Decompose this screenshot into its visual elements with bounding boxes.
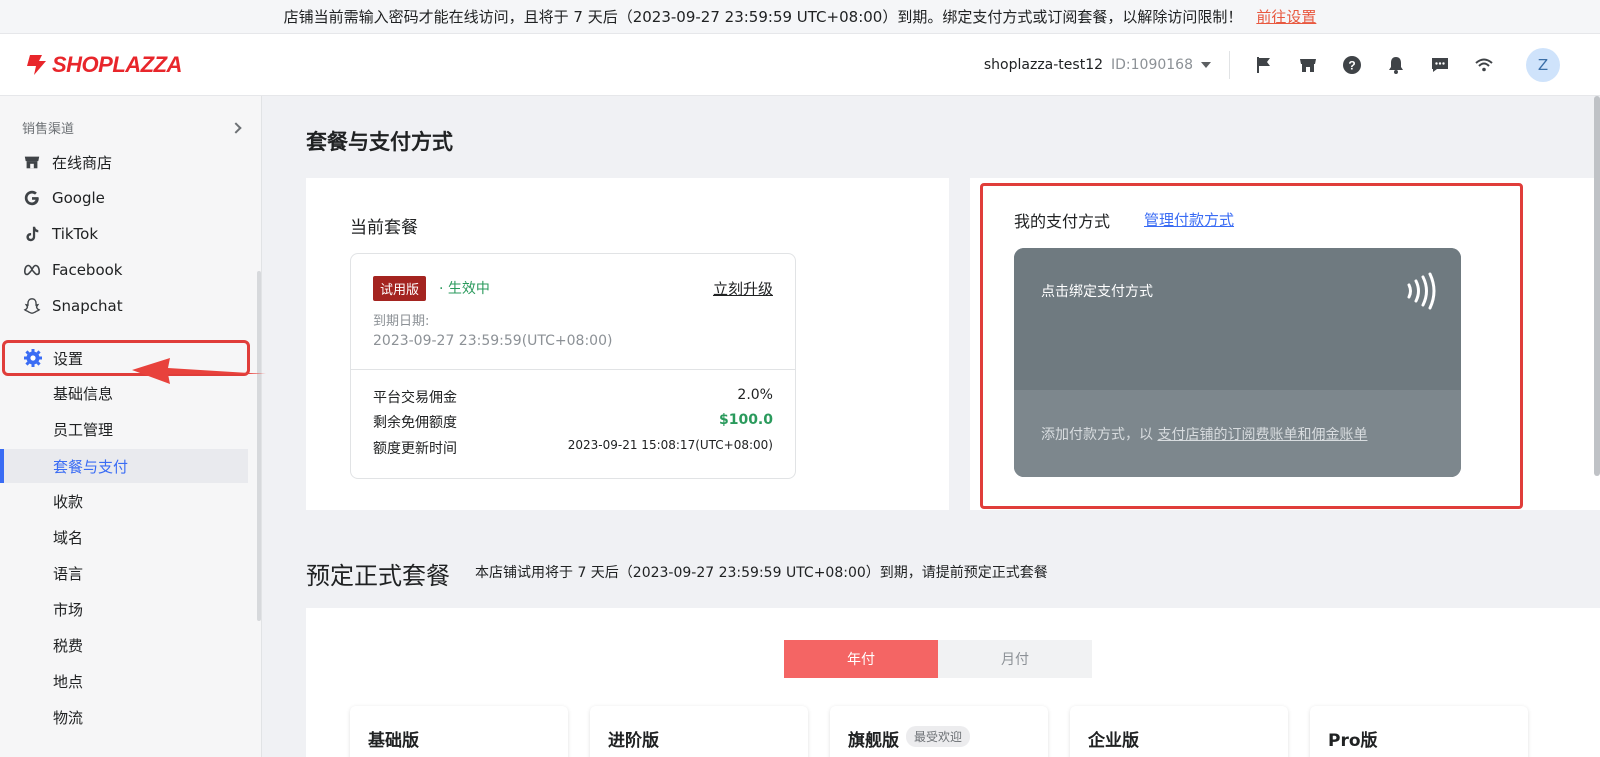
help-icon[interactable]: ?: [1330, 43, 1374, 87]
top-header: SHOPLAZZA shoplazza-test12 ID:1090168 ? …: [0, 34, 1600, 96]
chat-icon[interactable]: [1418, 43, 1462, 87]
sidebar-item-label: 在线商店: [52, 153, 113, 172]
sales-channels-section[interactable]: 销售渠道: [22, 118, 244, 137]
logo-text: SHOPLAZZA: [52, 51, 182, 77]
store-id: ID:1090168: [1111, 57, 1193, 73]
tier-card-basic[interactable]: 基础版: [350, 706, 568, 757]
sidebar-item-facebook[interactable]: Facebook: [22, 254, 252, 286]
bind-payment-text: 点击绑定支付方式: [1041, 284, 1153, 300]
expiry-label: 到期日期:: [373, 314, 430, 329]
sidebar-item-languages[interactable]: 语言: [53, 558, 249, 588]
store-icon[interactable]: [1286, 43, 1330, 87]
current-plan-card: 当前套餐 试用版 · 生效中 立刻升级 到期日期: 2023-09-27 23:…: [306, 178, 949, 510]
expiry-value: 2023-09-27 23:59:59(UTC+08:00): [373, 333, 613, 349]
sidebar-item-label: Google: [52, 189, 105, 207]
row-label: 剩余免佣额度: [373, 415, 457, 431]
sidebar-item-payments[interactable]: 收款: [53, 486, 249, 516]
tier-card-enterprise[interactable]: 企业版: [1070, 706, 1288, 757]
reserve-plan-title: 预定正式套餐: [306, 562, 450, 590]
contactless-icon: [1407, 272, 1436, 310]
wifi-icon[interactable]: [1462, 43, 1506, 87]
plans-card: 年付 月付 基础版 进阶版 旗舰版 最受欢迎 企业版 Pro版: [306, 608, 1600, 757]
current-plan-title: 当前套餐: [350, 218, 418, 238]
store-icon: [22, 152, 42, 172]
chevron-down-icon: [1201, 62, 1211, 68]
sidebar-item-shipping[interactable]: 物流: [53, 702, 249, 732]
payment-method-title: 我的支付方式: [1014, 212, 1111, 231]
row-value: 2023-09-21 15:08:17(UTC+08:00): [567, 438, 773, 452]
sidebar: 销售渠道 在线商店 Google TikTok Facebook Snapcha…: [0, 96, 262, 757]
row-value: 2.0%: [737, 387, 773, 403]
row-label: 额度更新时间: [373, 441, 457, 457]
card-top: [1014, 248, 1461, 390]
snapchat-icon: [22, 296, 42, 316]
tier-name: 旗舰版: [848, 731, 899, 751]
sidebar-item-label: Snapchat: [52, 297, 123, 315]
payment-hint-link[interactable]: 支付店铺的订阅费账单和佣金账单: [1157, 427, 1367, 443]
status-badge: · 生效中: [439, 281, 490, 297]
row-label: 平台交易佣金: [373, 390, 457, 406]
tier-card-flagship[interactable]: 旗舰版 最受欢迎: [830, 706, 1048, 757]
quota-update-row: 额度更新时间 2023-09-21 15:08:17(UTC+08:00): [373, 438, 773, 458]
google-icon: [22, 188, 42, 208]
payment-hint-prefix: 添加付款方式，以: [1041, 427, 1158, 443]
svg-text:?: ?: [1348, 59, 1355, 73]
active-item-indicator: [0, 449, 4, 483]
banner-message: 店铺当前需输入密码才能在线访问，且将于 7 天后（2023-09-27 23:5…: [283, 8, 1243, 26]
store-name: shoplazza-test12: [983, 57, 1104, 73]
trial-badge: 试用版: [373, 276, 427, 301]
reserve-plan-desc: 本店铺试用将于 7 天后（2023-09-27 23:59:59 UTC+08:…: [475, 565, 1048, 581]
shoplazza-logo[interactable]: SHOPLAZZA: [22, 52, 182, 78]
settings-label: 设置: [53, 349, 84, 368]
annotation-arrow-icon: [132, 358, 266, 384]
sidebar-item-markets[interactable]: 市场: [53, 594, 249, 624]
meta-icon: [22, 260, 42, 280]
popular-badge: 最受欢迎: [906, 726, 971, 747]
sales-channels-title: 销售渠道: [22, 122, 75, 137]
sidebar-item-plan-payment[interactable]: 套餐与支付: [53, 451, 249, 481]
manage-payment-link[interactable]: 管理付款方式: [1144, 209, 1234, 230]
tab-monthly[interactable]: 月付: [938, 640, 1092, 678]
tier-name: Pro版: [1328, 731, 1378, 751]
gear-icon: [23, 348, 43, 368]
main-content: 套餐与支付方式 当前套餐 试用版 · 生效中 立刻升级 到期日期: 2023-0…: [262, 96, 1600, 757]
sidebar-item-snapchat[interactable]: Snapchat: [22, 290, 252, 322]
tier-card-pro[interactable]: Pro版: [1310, 706, 1528, 757]
logo-mark-icon: [27, 54, 46, 75]
divider: [351, 369, 795, 370]
row-value: $100.0: [718, 412, 773, 428]
sidebar-item-taxes[interactable]: 税费: [53, 630, 249, 660]
plan-details-box: 试用版 · 生效中 立刻升级 到期日期: 2023-09-27 23:59:59…: [350, 253, 796, 479]
sidebar-item-label: TikTok: [52, 225, 99, 243]
store-switcher[interactable]: shoplazza-test12 ID:1090168: [984, 51, 1230, 79]
main-scrollbar[interactable]: [1594, 96, 1600, 476]
billing-cycle-toggle: 年付 月付: [784, 640, 1092, 678]
sidebar-item-label: Facebook: [52, 261, 123, 279]
tier-card-advanced[interactable]: 进阶版: [590, 706, 808, 757]
tier-name: 企业版: [1088, 731, 1139, 751]
sidebar-scrollbar[interactable]: [257, 271, 261, 621]
free-quota-row: 剩余免佣额度 $100.0: [373, 412, 773, 432]
go-settings-link[interactable]: 前往设置: [1256, 6, 1316, 27]
tier-name: 基础版: [368, 731, 419, 751]
bell-icon[interactable]: [1374, 43, 1418, 87]
tier-name: 进阶版: [608, 731, 659, 751]
avatar[interactable]: Z: [1526, 48, 1560, 82]
tiktok-icon: [22, 224, 42, 244]
sidebar-item-tiktok[interactable]: TikTok: [22, 218, 252, 250]
bind-payment-card[interactable]: 点击绑定支付方式 添加付款方式，以 支付店铺的订阅费账单和佣金账单: [1014, 248, 1461, 477]
chevron-right-icon: [230, 121, 242, 134]
payment-hint: 添加付款方式，以 支付店铺的订阅费账单和佣金账单: [1041, 424, 1367, 444]
page-title: 套餐与支付方式: [306, 130, 453, 154]
sidebar-item-domains[interactable]: 域名: [53, 522, 249, 552]
sidebar-item-online-store[interactable]: 在线商店: [22, 146, 252, 178]
trial-banner: 店铺当前需输入密码才能在线访问，且将于 7 天后（2023-09-27 23:5…: [0, 0, 1600, 34]
sidebar-item-staff[interactable]: 员工管理: [53, 414, 249, 444]
sidebar-item-locations[interactable]: 地点: [53, 666, 249, 696]
upgrade-now-link[interactable]: 立刻升级: [713, 278, 773, 299]
commission-row: 平台交易佣金 2.0%: [373, 387, 773, 407]
sidebar-item-google[interactable]: Google: [22, 182, 252, 214]
tab-yearly[interactable]: 年付: [784, 640, 938, 678]
flag-icon[interactable]: [1242, 43, 1286, 87]
